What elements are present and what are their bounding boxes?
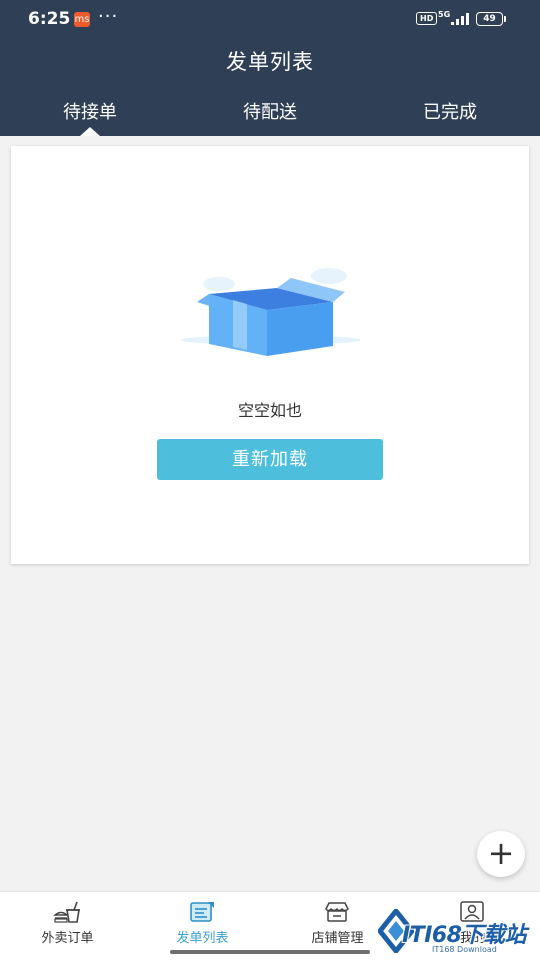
nav-item-takeout-orders[interactable]: 外卖订单 [0,892,135,952]
status-bar: 6:25 ms ··· HD 5G 49 [0,0,540,38]
home-indicator[interactable] [170,950,370,954]
hd-icon: HD [416,12,438,25]
active-tab-indicator [80,127,100,136]
status-time: 6:25 [28,9,71,29]
battery-level: 49 [476,12,503,26]
store-icon [325,902,349,922]
signal-icon [451,13,469,25]
empty-state-card: 空空如也 重新加载 [11,146,529,564]
more-notifications-icon: ··· [98,6,119,27]
battery-icon: 49 [476,12,506,26]
network-type: 5G [438,10,451,19]
takeout-icon [53,901,80,923]
reload-button[interactable]: 重新加载 [157,439,383,480]
plus-icon: + [487,834,515,872]
nav-label: 发单列表 [176,931,229,946]
dispatch-list-icon [190,902,214,922]
add-order-button[interactable]: + [477,831,525,877]
tab-pending-delivery[interactable]: 待配送 [180,98,360,136]
empty-box-icon [181,268,361,356]
tab-pending-accept[interactable]: 待接单 [0,98,180,136]
tab-label: 待接单 [63,102,117,123]
nav-item-dispatch-list[interactable]: 发单列表 [135,892,270,952]
watermark-subtext: IT168 Download [432,945,497,954]
tab-label: 已完成 [423,102,477,123]
tab-completed[interactable]: 已完成 [360,98,540,136]
tab-label: 待配送 [243,102,297,123]
header: 6:25 ms ··· HD 5G 49 发单列表 待接单 待配送 已完成 [0,0,540,136]
nav-label: 外卖订单 [41,931,94,946]
site-watermark: ITI68下载站 IT168 Download [378,903,540,960]
app-notification-icon: ms [74,12,90,27]
page-title: 发单列表 [226,50,314,74]
empty-message: 空空如也 [237,401,302,420]
order-tabs: 待接单 待配送 已完成 [0,98,540,136]
battery-tip [504,16,506,22]
